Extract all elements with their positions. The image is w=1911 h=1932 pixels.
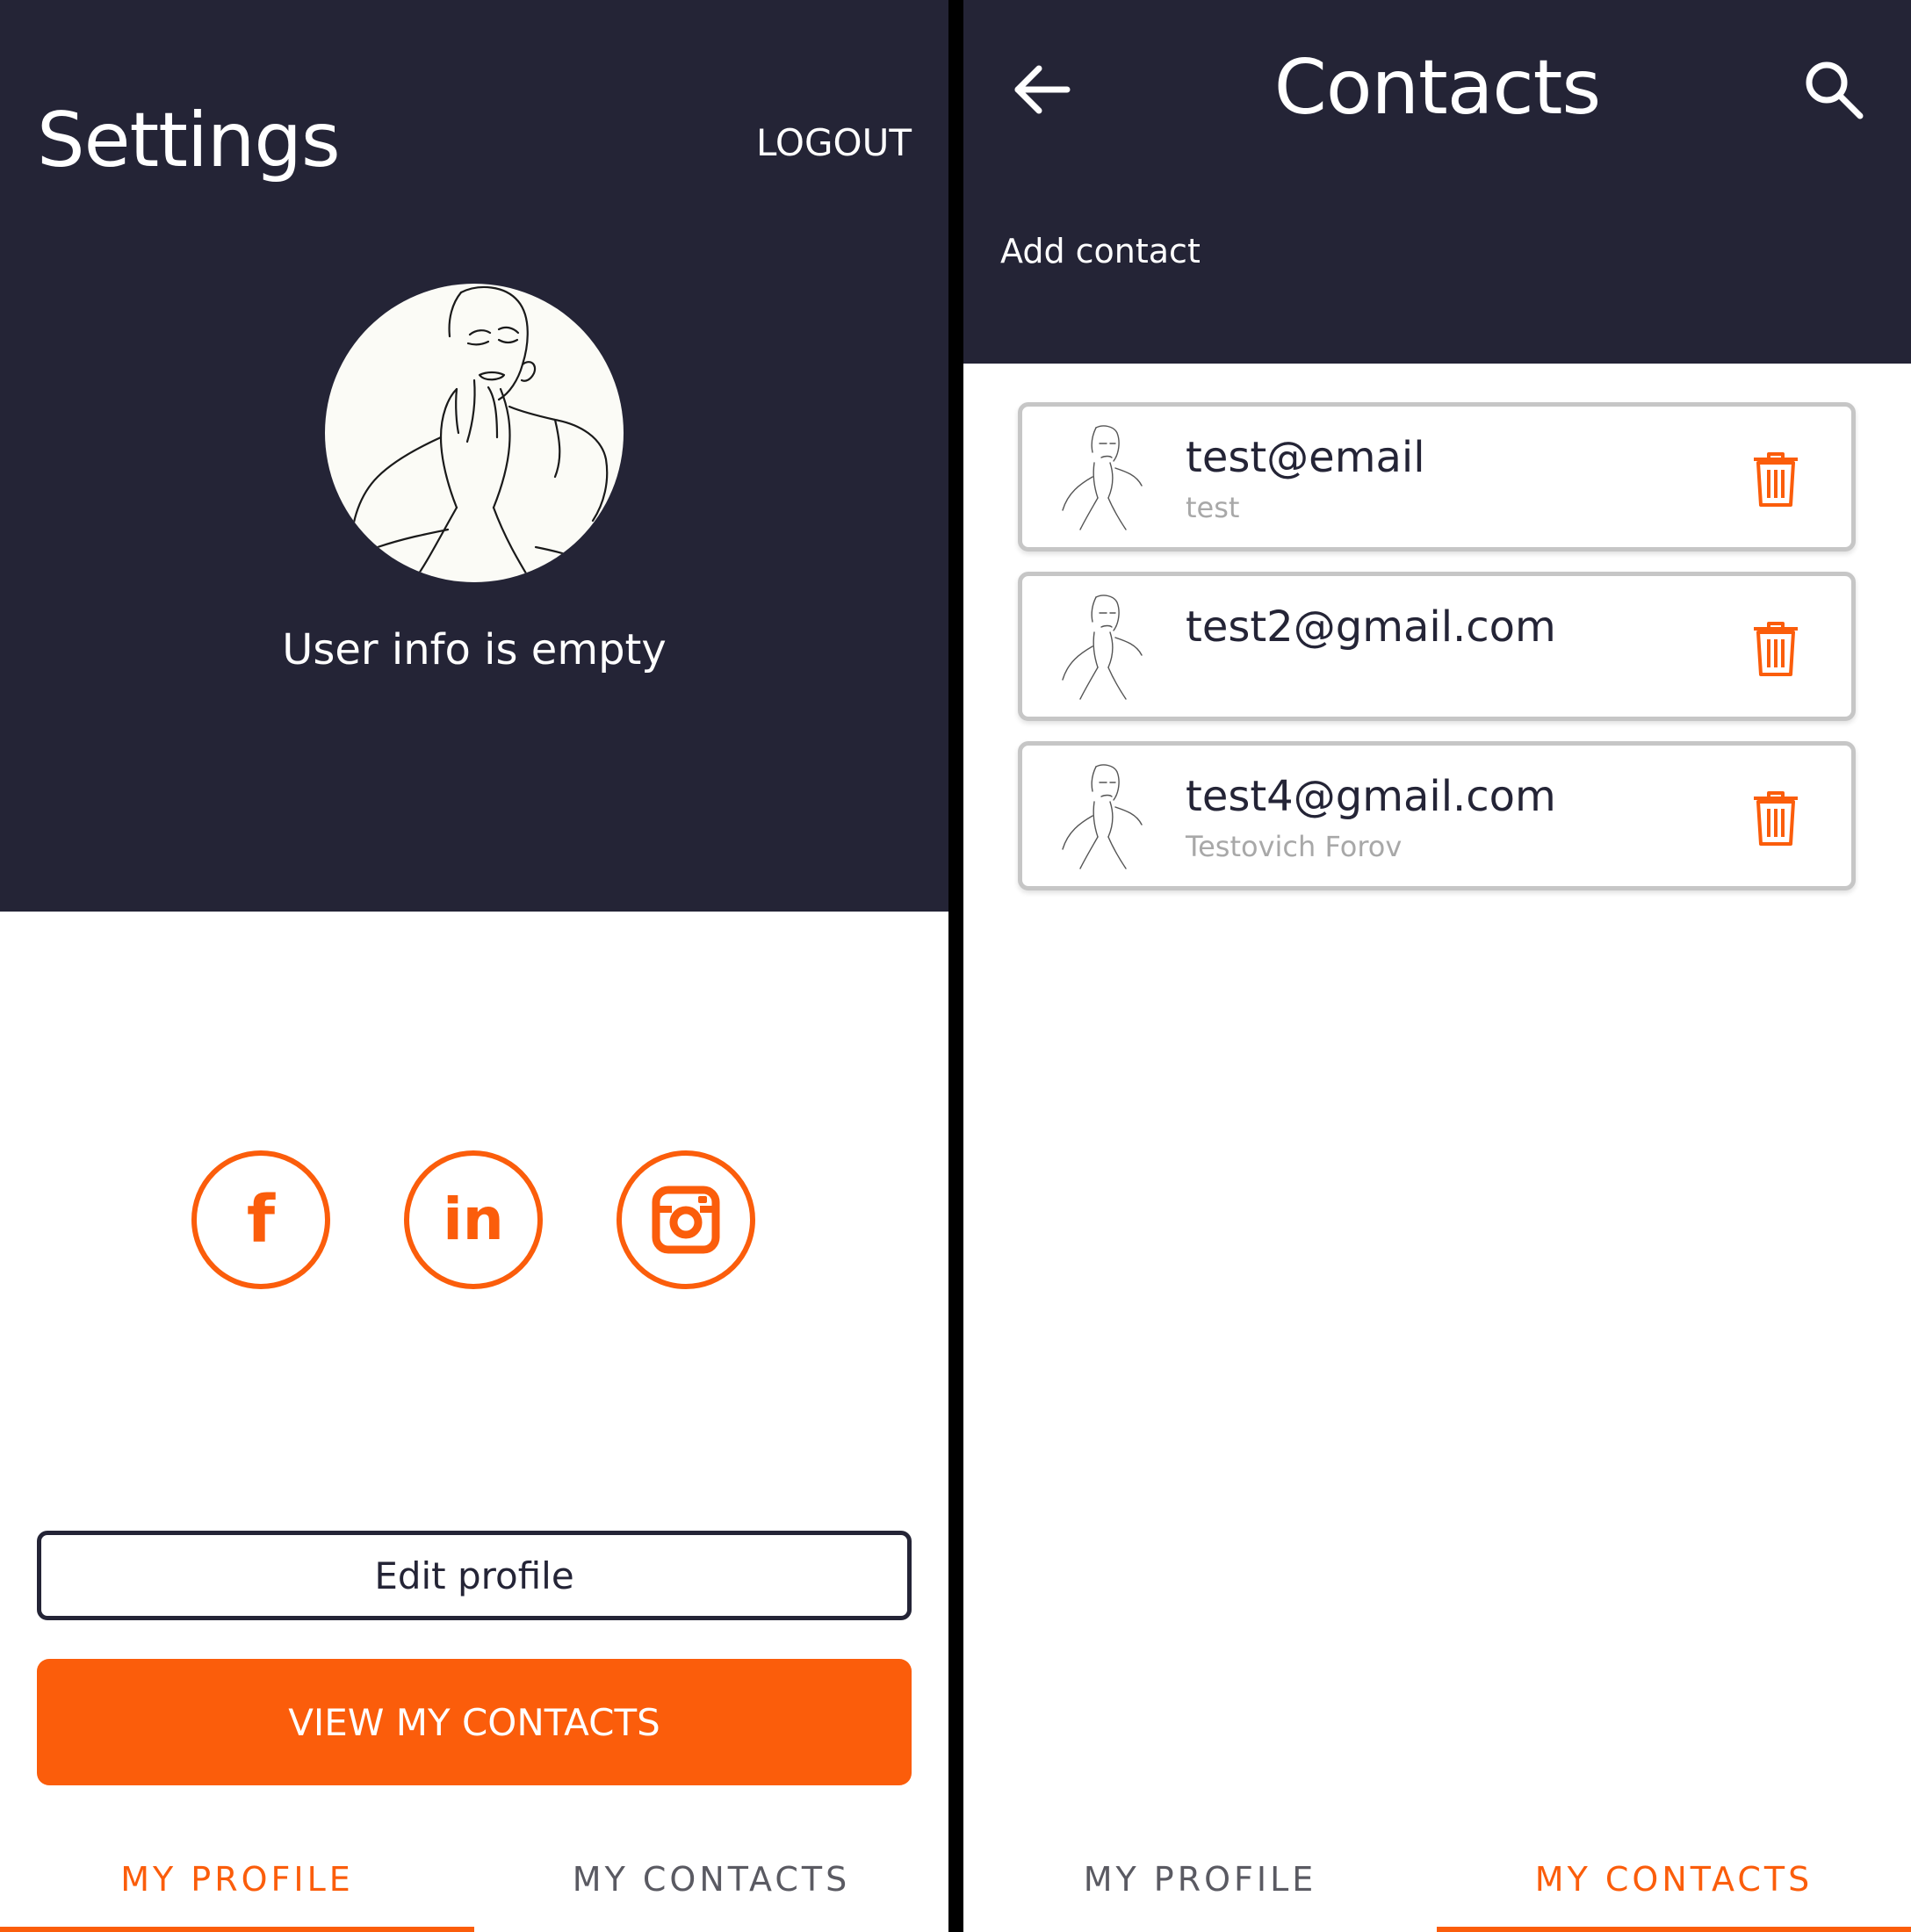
instagram-icon [652,1186,720,1254]
active-tab-indicator [1437,1927,1911,1932]
tab-my-profile[interactable]: MY PROFILE [0,1827,474,1932]
contact-name: test [1186,491,1240,524]
search-icon[interactable] [1799,54,1869,125]
contact-card[interactable]: test4@gmail.com Testovich Forov [1018,741,1856,890]
meme-face-avatar-icon [1062,764,1143,869]
meme-face-avatar-icon [350,286,609,582]
facebook-icon: f [246,1182,276,1258]
linkedin-icon: in [443,1186,504,1253]
edit-profile-button[interactable]: Edit profile [37,1531,912,1620]
contact-email: test2@gmail.com [1186,602,1556,652]
linkedin-button[interactable]: in [404,1150,543,1289]
bottom-tab-bar: MY PROFILE MY CONTACTS [0,1827,948,1932]
trash-icon[interactable] [1751,452,1800,507]
instagram-button[interactable] [617,1150,755,1289]
tab-my-contacts[interactable]: MY CONTACTS [474,1827,948,1932]
contact-card[interactable]: test@email test [1018,402,1856,551]
view-contacts-button[interactable]: VIEW MY CONTACTS [37,1659,912,1785]
contact-email: test@email [1186,433,1425,482]
tab-my-contacts[interactable]: MY CONTACTS [1437,1827,1911,1932]
user-info-text: User info is empty [282,625,667,674]
add-contact-button[interactable]: Add contact [1000,232,1201,270]
contact-name: Testovich Forov [1186,830,1403,863]
logout-button[interactable]: LOGOUT [756,121,912,164]
settings-header: Settings LOGOUT User info is empty [0,0,948,912]
active-tab-indicator [0,1927,474,1932]
trash-icon[interactable] [1751,791,1800,846]
trash-icon[interactable] [1751,622,1800,676]
page-title: Settings [37,97,341,184]
tab-my-profile[interactable]: MY PROFILE [963,1827,1437,1932]
profile-avatar[interactable] [325,284,624,582]
meme-face-avatar-icon [1062,425,1143,530]
meme-face-avatar-icon [1062,595,1143,700]
contacts-screen: Contacts Add contact test@email test tes… [963,0,1911,1932]
contact-email: test4@gmail.com [1186,772,1556,821]
contact-card[interactable]: test2@gmail.com [1018,572,1856,721]
page-title: Contacts [1273,44,1601,132]
facebook-button[interactable]: f [191,1150,330,1289]
contacts-header: Contacts Add contact [963,0,1911,364]
social-links: f in [0,1150,948,1291]
settings-screen: Settings LOGOUT User info is empty f in … [0,0,948,1932]
bottom-tab-bar: MY PROFILE MY CONTACTS [963,1827,1911,1932]
